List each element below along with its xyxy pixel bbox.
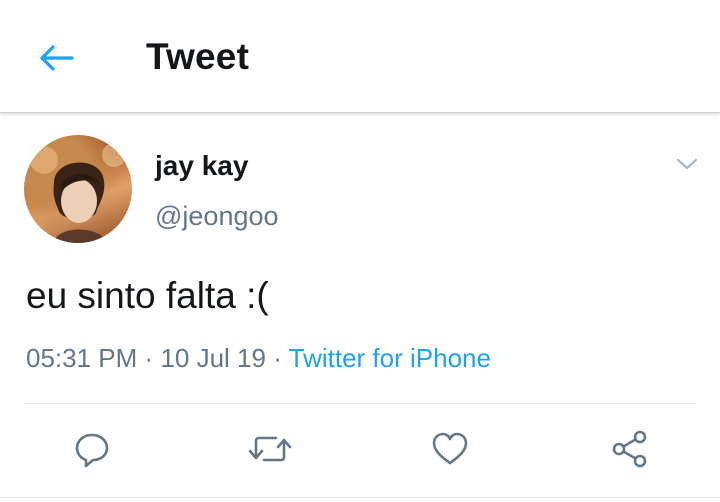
tweet-metadata: 05:31 PM · 10 Jul 19 · Twitter for iPhon…: [26, 343, 491, 374]
tweet-text: eu sinto falta :(: [26, 275, 269, 316]
retweet-icon: [248, 436, 292, 462]
retweet-button[interactable]: [248, 427, 292, 471]
tweet-date: 10 Jul 19: [160, 343, 266, 373]
tweet-time: 05:31 PM: [26, 343, 138, 373]
tweet-options-button[interactable]: [672, 151, 702, 177]
reply-icon: [75, 433, 109, 468]
share-icon: [612, 430, 647, 468]
like-icon: [432, 432, 468, 465]
tweet-actions-bar: [0, 427, 720, 475]
reply-button[interactable]: [70, 427, 114, 471]
avatar[interactable]: [24, 135, 132, 243]
author-display-name[interactable]: jay kay: [155, 150, 248, 182]
tweet-detail: jay kay @jeongoo eu sinto falta :( 05:31…: [0, 113, 720, 502]
page-title: Tweet: [146, 36, 250, 77]
author-handle[interactable]: @jeongoo: [155, 201, 279, 232]
chevron-down-icon: [676, 158, 698, 170]
back-arrow-icon: [40, 45, 74, 71]
divider: [24, 403, 696, 404]
bottom-divider: [0, 497, 720, 498]
meta-separator: ·: [273, 343, 282, 373]
avatar-photo: [30, 143, 126, 243]
like-button[interactable]: [428, 427, 472, 471]
tweet-source-link[interactable]: Twitter for iPhone: [289, 343, 491, 373]
back-button[interactable]: [34, 40, 78, 76]
app-header: Tweet: [0, 0, 720, 113]
meta-separator: ·: [144, 343, 154, 373]
share-button[interactable]: [608, 427, 652, 471]
